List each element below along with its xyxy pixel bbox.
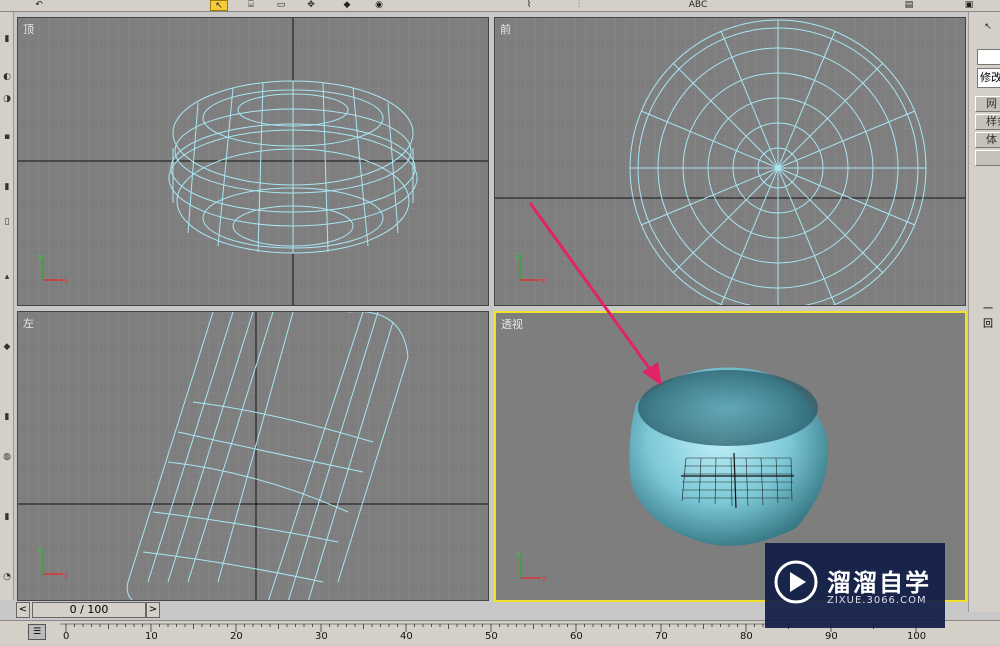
modifier-button-mesh[interactable]: 网 bbox=[975, 96, 1000, 112]
time-slider[interactable]: < 0 / 100 > bbox=[16, 602, 160, 618]
ruler-tick-label: 100 bbox=[907, 631, 927, 642]
modifier-button-empty[interactable] bbox=[975, 150, 1000, 166]
side-text: 一回 bbox=[983, 304, 993, 330]
watermark: 溜溜自学 ZIXUE.3066.COM bbox=[765, 543, 945, 628]
ruler-tick-label: 70 bbox=[655, 631, 668, 642]
ruler-tick-label: 60 bbox=[570, 631, 583, 642]
ruler-tick-label: 10 bbox=[145, 631, 158, 642]
prev-frame-button[interactable]: < bbox=[16, 602, 30, 618]
watermark-text: 溜溜自学 bbox=[827, 569, 931, 597]
ruler-tick-label: 0 bbox=[63, 631, 70, 642]
pointer-icon[interactable]: ↖ bbox=[979, 22, 997, 33]
3dsmax-window: ↶ ↖ ⌸ ▭ ✥ ◆ ◉ ⌇ ⫶ ABC ▤ ▣ ▮ ◐ ◑ ▪ ▮ ▯ ▴ … bbox=[0, 0, 1000, 645]
object-name-field[interactable] bbox=[977, 49, 1000, 65]
curve-editor-icon[interactable]: ☰ bbox=[28, 624, 46, 640]
ruler-tick-label: 80 bbox=[740, 631, 753, 642]
frame-position[interactable]: 0 / 100 bbox=[32, 602, 146, 618]
ruler-tick-label: 50 bbox=[485, 631, 498, 642]
modifier-button-spline[interactable]: 样条 bbox=[975, 114, 1000, 130]
ruler-tick-label: 90 bbox=[825, 631, 838, 642]
next-frame-button[interactable]: > bbox=[146, 602, 160, 618]
ruler-tick-label: 30 bbox=[315, 631, 328, 642]
watermark-logo-icon bbox=[774, 560, 818, 604]
modifier-button-body[interactable]: 体 bbox=[975, 132, 1000, 148]
command-panel: ↖ 修改 网 样条 体 一回 bbox=[968, 12, 1000, 612]
ruler-tick-label: 20 bbox=[230, 631, 243, 642]
ruler-tick-label: 40 bbox=[400, 631, 413, 642]
watermark-url: ZIXUE.3066.COM bbox=[827, 595, 927, 606]
modifier-list-dropdown[interactable]: 修改 bbox=[977, 68, 1000, 88]
